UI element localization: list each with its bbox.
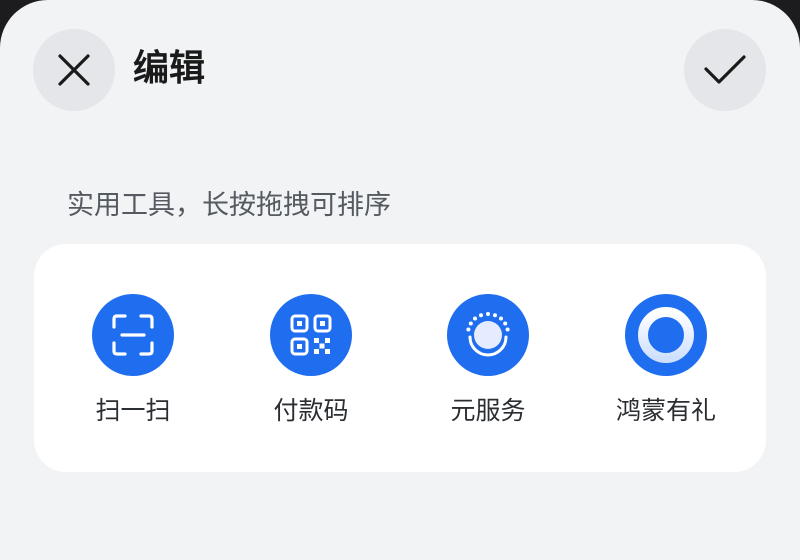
atomic-service-icon [447,294,529,376]
tools-card: 扫一扫 付款码 元服务 鸿蒙有礼 [34,244,766,472]
section-label: 实用工具，长按拖拽可排序 [67,190,391,221]
edit-sheet: 编辑 实用工具，长按拖拽可排序 扫一扫 付款码 元服务 鸿蒙有礼 [0,0,800,560]
tool-label: 鸿蒙有礼 [615,396,716,425]
tool-label: 元服务 [450,396,526,425]
tool-atomic-service[interactable]: 元服务 [398,294,578,428]
tool-harmony-gift[interactable]: 鸿蒙有礼 [576,294,756,428]
tool-label: 扫一扫 [95,396,171,425]
tool-scan[interactable]: 扫一扫 [43,294,223,428]
tool-payment-code[interactable]: 付款码 [221,294,401,428]
scan-icon [92,294,174,376]
confirm-button[interactable] [684,29,766,111]
close-icon [58,54,90,86]
page-title: 编辑 [133,48,206,89]
harmony-gift-icon [625,294,707,376]
check-icon [704,55,746,84]
payment-code-icon [270,294,352,376]
close-button[interactable] [33,29,115,111]
tool-label: 付款码 [273,396,349,425]
